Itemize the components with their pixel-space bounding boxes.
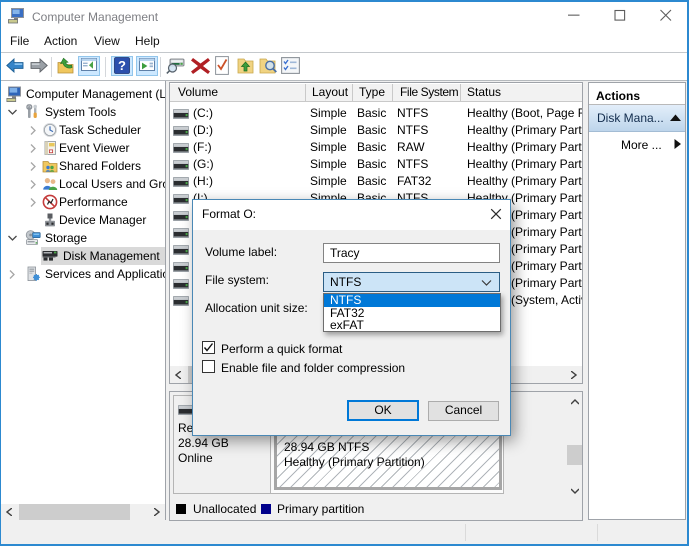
svg-text:?: ?: [118, 58, 126, 73]
